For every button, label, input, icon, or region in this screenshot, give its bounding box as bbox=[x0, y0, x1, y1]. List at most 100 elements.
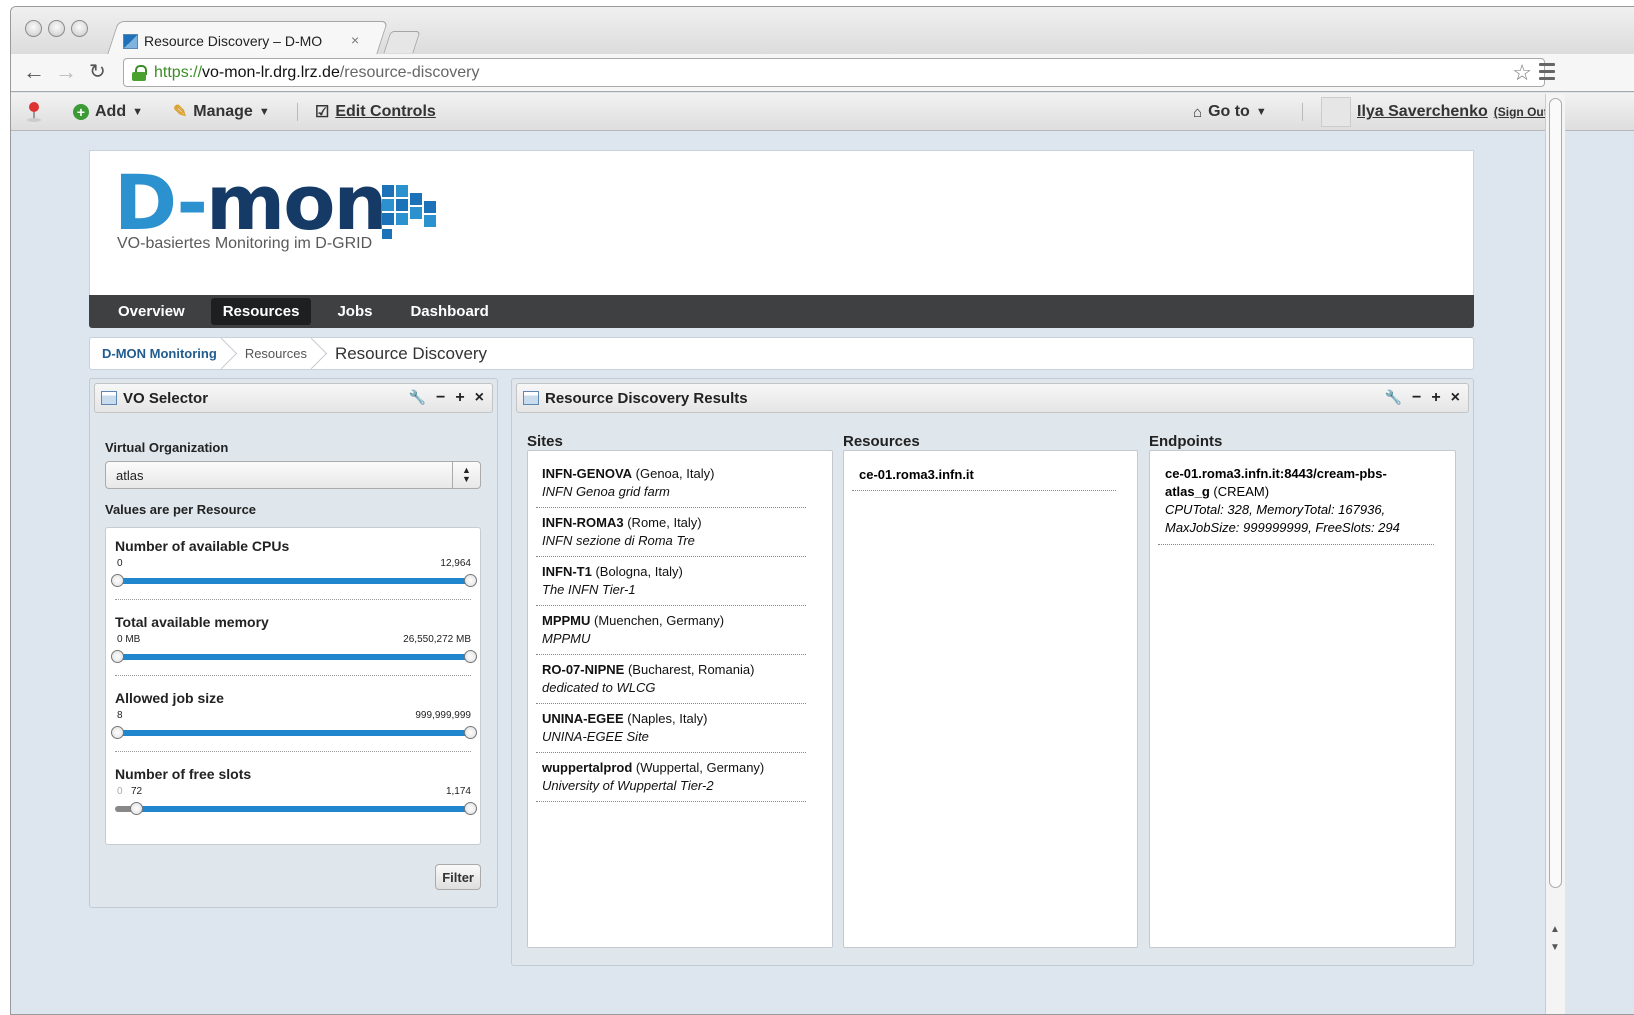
wrench-icon[interactable]: 🔧 bbox=[409, 389, 426, 407]
close-icon[interactable]: × bbox=[475, 389, 484, 407]
list-item[interactable]: ce-01.roma3.infn.it:8443/cream-pbs- atla… bbox=[1158, 459, 1434, 545]
list-item[interactable]: RO-07-NIPNE (Bucharest, Romania) dedicate… bbox=[536, 655, 806, 704]
cms-toolbar: + Add ▼ ✎ Manage ▼ ☑ Edit Controls ⌂ Go … bbox=[11, 93, 1634, 131]
manage-menu[interactable]: ✎ Manage ▼ bbox=[173, 93, 270, 131]
user-pin-icon[interactable] bbox=[25, 93, 43, 131]
back-icon[interactable]: ← bbox=[23, 59, 45, 85]
breadcrumb-resources[interactable]: Resources bbox=[233, 337, 323, 370]
sites-list: INFN-GENOVA (Genoa, Italy) INFN Genoa gri… bbox=[527, 450, 833, 948]
tab-strip: Resource Discovery – D-MO × bbox=[11, 7, 1634, 55]
list-item[interactable]: INFN-ROMA3 (Rome, Italy) INFN sezione di … bbox=[536, 508, 806, 557]
caret-down-icon: ▼ bbox=[132, 106, 143, 118]
list-item[interactable]: INFN-T1 (Bologna, Italy) The INFN Tier-1 bbox=[536, 557, 806, 606]
slider-handle-max[interactable] bbox=[464, 574, 477, 587]
vo-select[interactable]: atlas ▲ ▼ bbox=[105, 461, 481, 489]
site-header: D-mon VO-basiertes Monitoring im D-GRID bbox=[89, 150, 1474, 295]
add-icon: + bbox=[73, 104, 89, 120]
goto-menu[interactable]: ⌂ Go to ▼ bbox=[1193, 93, 1267, 131]
new-tab-button[interactable] bbox=[383, 31, 421, 53]
favicon-icon bbox=[123, 33, 138, 49]
sign-out-link[interactable]: (Sign Out) bbox=[1494, 105, 1552, 119]
resources-column-title: Resources bbox=[843, 433, 920, 450]
filter-max: 26,550,272 MB bbox=[403, 634, 471, 645]
scrollbar-thumb[interactable] bbox=[1549, 98, 1562, 888]
close-window-button[interactable] bbox=[25, 20, 42, 37]
slider-handle-max[interactable] bbox=[464, 726, 477, 739]
maximize-icon[interactable]: + bbox=[1431, 389, 1440, 407]
edit-controls-toggle[interactable]: ☑ Edit Controls bbox=[315, 93, 436, 131]
edit-controls-label: Edit Controls bbox=[335, 103, 436, 120]
filter-min-zero: 0 bbox=[117, 786, 123, 797]
resources-list: ce-01.roma3.infn.it bbox=[843, 450, 1138, 948]
filter-max: 12,964 bbox=[440, 558, 471, 569]
user-name-link[interactable]: Ilya Saverchenko bbox=[1357, 103, 1488, 121]
results-title: Resource Discovery Results bbox=[545, 389, 748, 407]
toolbar-separator bbox=[1302, 103, 1303, 121]
slider-handle-max[interactable] bbox=[464, 650, 477, 663]
slider-handle-min[interactable] bbox=[111, 650, 124, 663]
breadcrumb-current: Resource Discovery bbox=[334, 343, 488, 363]
vo-label: Virtual Organization bbox=[105, 440, 229, 455]
wrench-icon[interactable]: 🔧 bbox=[1385, 389, 1402, 407]
list-item[interactable]: wuppertalprod (Wuppertal, Germany) Univer… bbox=[536, 753, 806, 802]
vo-selector-title: VO Selector bbox=[123, 389, 209, 407]
breadcrumb-home[interactable]: D-MON Monitoring bbox=[90, 337, 233, 370]
slider-handle-min[interactable] bbox=[111, 574, 124, 587]
browser-menu-icon[interactable] bbox=[1539, 63, 1555, 81]
minimize-window-button[interactable] bbox=[48, 20, 65, 37]
browser-toolbar: ← → ↻ https:// vo-mon-lr.drg.lrz.de /res… bbox=[11, 54, 1634, 92]
reload-icon[interactable]: ↻ bbox=[89, 59, 106, 85]
forward-icon[interactable]: → bbox=[55, 59, 77, 85]
slider-handle-min[interactable] bbox=[130, 802, 143, 815]
address-bar[interactable]: https:// vo-mon-lr.drg.lrz.de /resource-… bbox=[123, 58, 1545, 87]
browser-tab-content[interactable]: Resource Discovery – D-MO bbox=[123, 27, 322, 55]
scroll-down-icon[interactable]: ▼ bbox=[1550, 942, 1560, 953]
global-navigation: Overview Resources Jobs Dashboard bbox=[89, 295, 1474, 328]
list-item[interactable]: MPPMU (Muenchen, Germany) MPPMU bbox=[536, 606, 806, 655]
filter-title: Number of free slots bbox=[115, 766, 252, 782]
results-portlet: Resource Discovery Results 🔧 − + × Sites… bbox=[511, 378, 1474, 966]
maximize-icon[interactable]: + bbox=[455, 389, 464, 407]
slider-handle-min[interactable] bbox=[111, 726, 124, 739]
endpoints-column-title: Endpoints bbox=[1149, 433, 1223, 450]
filter-min: 8 bbox=[117, 710, 123, 721]
vo-selector-portlet: VO Selector 🔧 − + × Virtual Organization… bbox=[89, 378, 498, 908]
filter-title: Total available memory bbox=[115, 614, 269, 630]
zoom-window-button[interactable] bbox=[71, 20, 88, 37]
list-item[interactable]: INFN-GENOVA (Genoa, Italy) INFN Genoa gri… bbox=[536, 459, 806, 508]
browser-window: Resource Discovery – D-MO × ← → ↻ https:… bbox=[10, 6, 1634, 1015]
url-path: /resource-discovery bbox=[339, 63, 480, 81]
slider-handle-max[interactable] bbox=[464, 802, 477, 815]
portlet-icon bbox=[523, 391, 539, 405]
filter-button[interactable]: Filter bbox=[435, 864, 481, 890]
filter-title: Allowed job size bbox=[115, 690, 224, 706]
portlet-header: Resource Discovery Results 🔧 − + × bbox=[516, 383, 1469, 413]
goto-label: Go to bbox=[1208, 103, 1250, 120]
add-menu[interactable]: + Add ▼ bbox=[73, 93, 143, 131]
logo-subtitle: VO-basiertes Monitoring im D-GRID bbox=[117, 235, 373, 252]
site-logo[interactable]: D-mon VO-basiertes Monitoring im D-GRID bbox=[114, 163, 444, 283]
bookmark-star-icon[interactable]: ☆ bbox=[1512, 60, 1532, 86]
avatar bbox=[1321, 97, 1351, 127]
tab-title: Resource Discovery – D-MO bbox=[144, 33, 323, 49]
page-scrollbar[interactable]: ▲ ▼ bbox=[1545, 94, 1565, 1014]
slider-range bbox=[115, 730, 473, 736]
minimize-icon[interactable]: − bbox=[436, 389, 445, 407]
sites-column-title: Sites bbox=[527, 433, 563, 450]
tab-close-icon[interactable]: × bbox=[351, 32, 359, 48]
list-item[interactable]: ce-01.roma3.infn.it bbox=[852, 459, 1116, 491]
select-arrows-icon: ▲ ▼ bbox=[452, 462, 480, 488]
add-label: Add bbox=[95, 103, 127, 120]
minimize-icon[interactable]: − bbox=[1412, 389, 1421, 407]
nav-jobs[interactable]: Jobs bbox=[325, 298, 384, 325]
endpoints-list: ce-01.roma3.infn.it:8443/cream-pbs- atla… bbox=[1149, 450, 1456, 948]
close-icon[interactable]: × bbox=[1451, 389, 1460, 407]
nav-resources[interactable]: Resources bbox=[210, 298, 312, 325]
nav-overview[interactable]: Overview bbox=[106, 298, 197, 325]
url-protocol: https:// bbox=[154, 63, 203, 81]
filter-min: 72 bbox=[131, 786, 143, 797]
scroll-up-icon[interactable]: ▲ bbox=[1550, 924, 1560, 935]
list-item[interactable]: UNINA-EGEE (Naples, Italy) UNINA-EGEE Sit… bbox=[536, 704, 806, 753]
nav-dashboard[interactable]: Dashboard bbox=[398, 298, 500, 325]
url-host: vo-mon-lr.drg.lrz.de bbox=[202, 63, 340, 81]
